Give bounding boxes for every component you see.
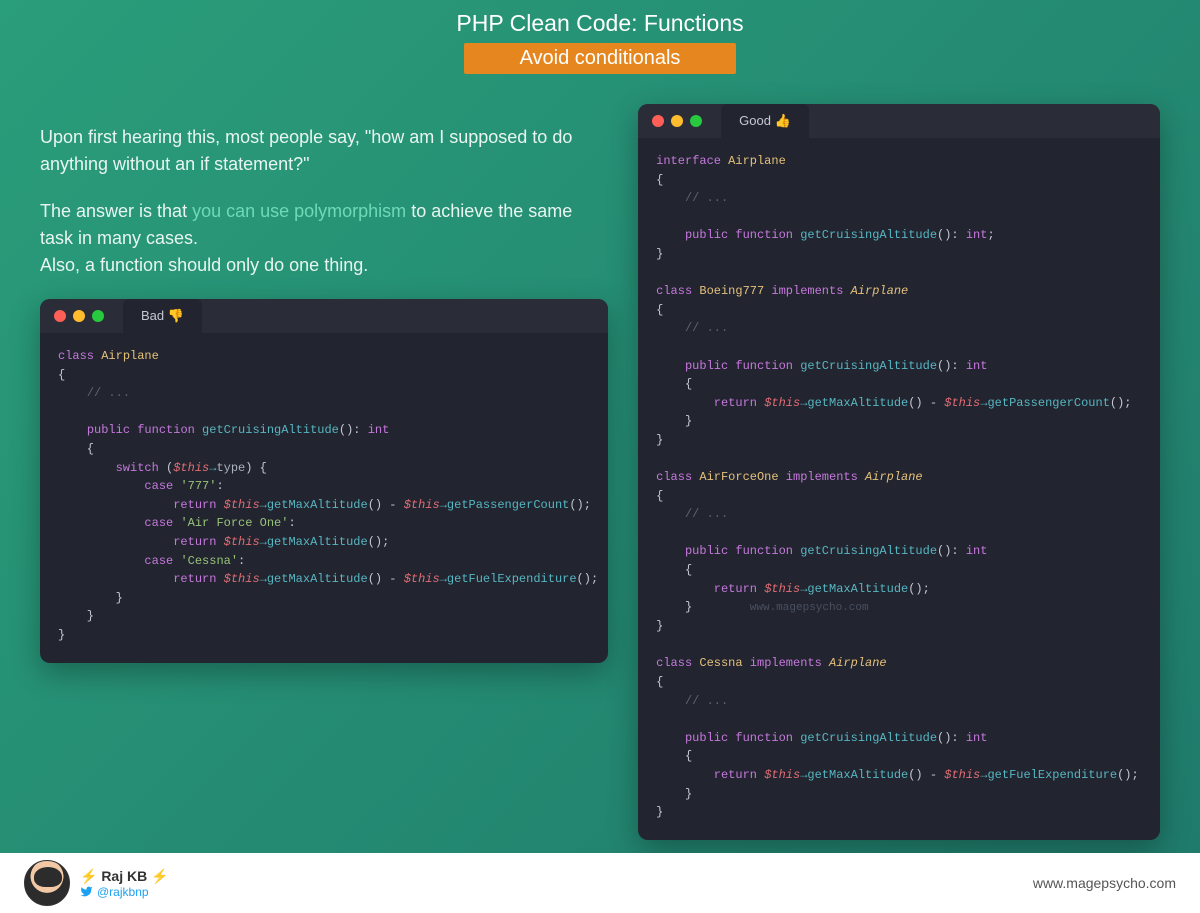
close-icon [652, 115, 664, 127]
author-handle[interactable]: @rajkbnp [80, 885, 169, 899]
good-code-window: Good 👍 interface Airplane { // ... publi… [638, 104, 1160, 840]
left-column: Upon first hearing this, most people say… [40, 104, 608, 840]
maximize-icon [92, 310, 104, 322]
close-icon [54, 310, 66, 322]
minimize-icon [671, 115, 683, 127]
author-block: ⚡ Raj KB ⚡ @rajkbnp [24, 860, 169, 906]
paragraph-3: Also, a function should only do one thin… [40, 255, 368, 275]
paragraph-1: Upon first hearing this, most people say… [40, 124, 608, 178]
content-row: Upon first hearing this, most people say… [0, 74, 1200, 840]
footer: ⚡ Raj KB ⚡ @rajkbnp www.magepsycho.com [0, 853, 1200, 913]
minimize-icon [73, 310, 85, 322]
bad-tab: Bad 👎 [123, 299, 202, 333]
bad-window-header: Bad 👎 [40, 299, 608, 333]
author-info: ⚡ Raj KB ⚡ @rajkbnp [80, 868, 169, 899]
good-tab: Good 👍 [721, 104, 809, 138]
bad-code-body: class Airplane { // ... public function … [40, 333, 608, 663]
right-column: Good 👍 interface Airplane { // ... publi… [638, 104, 1160, 840]
twitter-icon [80, 885, 93, 898]
avatar [24, 860, 70, 906]
author-handle-text: @rajkbnp [97, 885, 149, 899]
good-code-body: interface Airplane { // ... public funct… [638, 138, 1160, 840]
paragraph-2-highlight: you can use polymorphism [192, 201, 406, 221]
good-window-header: Good 👍 [638, 104, 1160, 138]
page-title: PHP Clean Code: Functions [0, 10, 1200, 37]
author-name: ⚡ Raj KB ⚡ [80, 868, 169, 885]
watermark: www.magepsycho.com [750, 602, 869, 614]
paragraph-2-pre: The answer is that [40, 201, 192, 221]
site-link[interactable]: www.magepsycho.com [1033, 875, 1176, 891]
paragraph-2: The answer is that you can use polymorph… [40, 198, 608, 279]
bad-code-window: Bad 👎 class Airplane { // ... public fun… [40, 299, 608, 663]
maximize-icon [690, 115, 702, 127]
subtitle-banner: Avoid conditionals [464, 43, 737, 74]
header: PHP Clean Code: Functions Avoid conditio… [0, 0, 1200, 74]
